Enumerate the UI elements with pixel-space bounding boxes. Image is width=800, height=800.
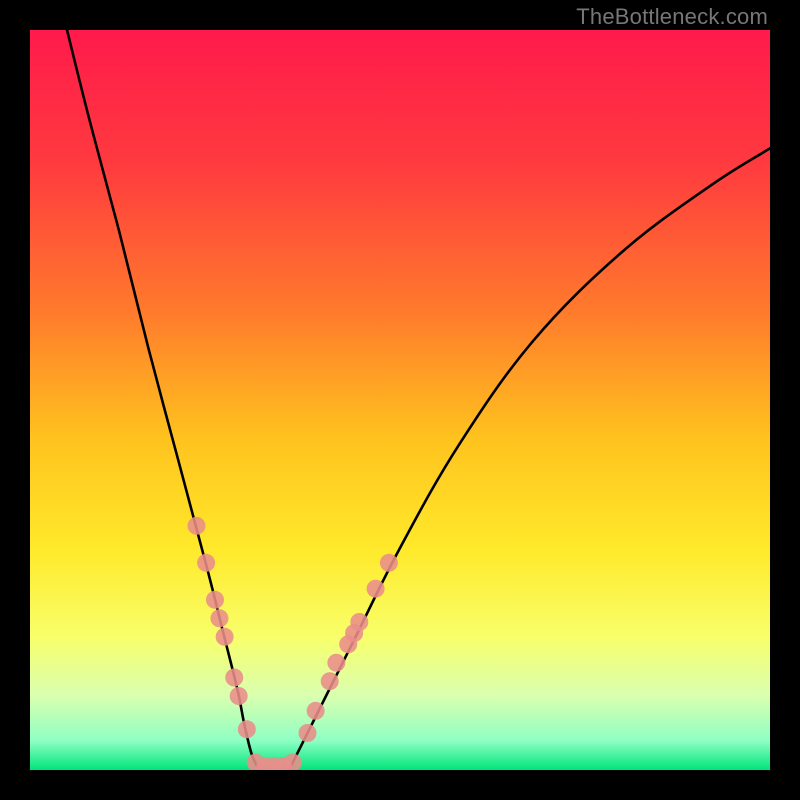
data-marker [238, 720, 256, 738]
data-marker [321, 672, 339, 690]
data-marker [216, 628, 234, 646]
data-marker [206, 591, 224, 609]
data-marker [197, 554, 215, 572]
data-marker [350, 613, 368, 631]
plot-area [30, 30, 770, 770]
curve-right-branch [289, 148, 770, 770]
data-marker [284, 754, 302, 770]
data-marker [380, 554, 398, 572]
data-marker [367, 580, 385, 598]
data-marker [225, 669, 243, 687]
data-marker [307, 702, 325, 720]
bottleneck-curve [30, 30, 770, 770]
data-marker [188, 517, 206, 535]
watermark-text: TheBottleneck.com [576, 4, 768, 30]
data-marker [210, 609, 228, 627]
data-marker [230, 687, 248, 705]
data-marker [299, 724, 317, 742]
data-marker [327, 654, 345, 672]
chart-frame: TheBottleneck.com [0, 0, 800, 800]
curve-left-branch [67, 30, 259, 770]
